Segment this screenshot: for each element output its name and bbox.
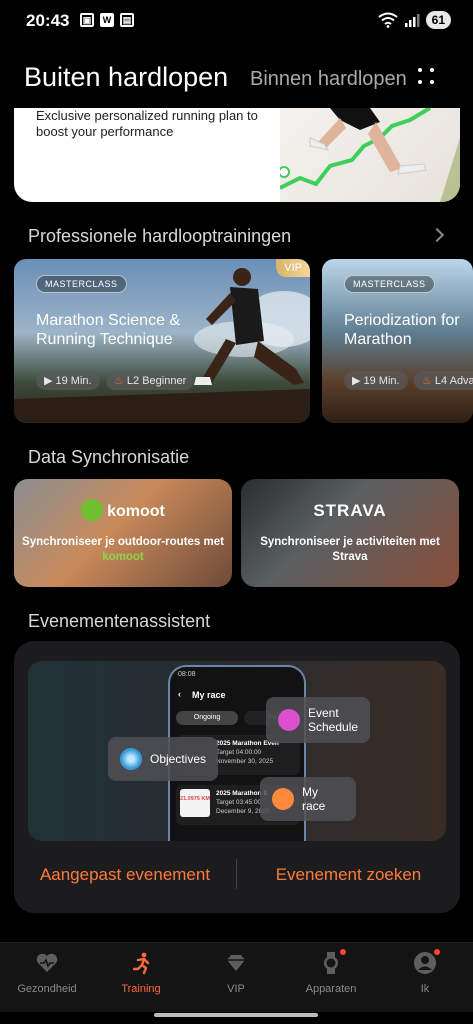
course-level: ♨ L4 Adva bbox=[414, 371, 473, 390]
chevron-right-icon[interactable] bbox=[429, 227, 445, 243]
target-icon bbox=[120, 748, 142, 770]
battery-indicator: 61 bbox=[425, 11, 451, 29]
wifi-icon bbox=[378, 12, 398, 28]
vip-tag: VIP bbox=[276, 259, 310, 277]
flame-icon: ♨ bbox=[114, 375, 127, 387]
course-level: ♨ L2 Beginner bbox=[106, 371, 195, 390]
app-icon: ▤ bbox=[120, 13, 134, 27]
course-card-periodization[interactable]: MASTERCLASS Periodization for Marathon ▶… bbox=[322, 259, 473, 423]
status-icons-left: ▣ W ▤ bbox=[80, 13, 134, 27]
nav-item-gezondheid[interactable]: Gezondheid bbox=[2, 951, 92, 995]
diamond-icon bbox=[224, 951, 248, 975]
flame-icon: ♨ bbox=[422, 375, 435, 387]
notification-dot bbox=[434, 949, 440, 955]
more-dots-icon[interactable] bbox=[414, 64, 444, 94]
banner-text: Exclusive personalized running plan to b… bbox=[36, 108, 258, 139]
status-bar: 20:43 ▣ W ▤ 61 bbox=[0, 0, 473, 44]
custom-event-button[interactable]: Aangepast evenement bbox=[14, 851, 236, 899]
tab-indoor-running[interactable]: Binnen hardlopen bbox=[250, 68, 407, 91]
home-indicator[interactable] bbox=[154, 1013, 318, 1017]
tab-outdoor-running[interactable]: Buiten hardlopen bbox=[24, 62, 228, 93]
strava-logo: STRAVA bbox=[313, 501, 387, 520]
profile-icon bbox=[413, 949, 440, 975]
nav-item-training[interactable]: Training bbox=[96, 951, 186, 995]
qr-icon: ▣ bbox=[80, 13, 94, 27]
header: Buiten hardlopen Binnen hardlopen bbox=[0, 60, 473, 100]
objectives-chip: Objectives bbox=[108, 737, 218, 781]
course-duration: ▶ 19 Min. bbox=[36, 371, 100, 390]
status-icons-right: 61 bbox=[378, 11, 451, 29]
medal-icon bbox=[272, 788, 294, 810]
bottom-nav: Gezondheid Training VIP Apparaten Ik bbox=[0, 942, 473, 1012]
masterclass-badge: MASTERCLASS bbox=[344, 275, 435, 293]
running-plan-banner[interactable]: Exclusive personalized running plan to b… bbox=[14, 108, 460, 202]
sync-desc-strava: Synchroniseer je activiteiten met Strava bbox=[260, 536, 440, 563]
notification-dot bbox=[340, 949, 346, 955]
w-icon: W bbox=[100, 13, 114, 27]
course-card-marathon-science[interactable]: VIP MASTERCLASS Marathon Science & Runni… bbox=[14, 259, 310, 423]
phone-back-icon: ‹ bbox=[178, 689, 181, 699]
section-title-events: Evenementenassistent bbox=[28, 611, 211, 631]
events-actions: Aangepast evenement Evenement zoeken bbox=[14, 851, 460, 899]
event-schedule-chip: Event Schedule bbox=[266, 697, 370, 743]
status-time: 20:43 bbox=[26, 11, 70, 30]
sync-card-komoot[interactable]: komoot Synchroniseer je outdoor-routes m… bbox=[14, 479, 232, 587]
course-title: Periodization for Marathon bbox=[344, 312, 460, 348]
banner-runner-image bbox=[278, 108, 460, 202]
sync-card-strava[interactable]: STRAVA Synchroniseer je activiteiten met… bbox=[241, 479, 459, 587]
search-event-button[interactable]: Evenement zoeken bbox=[237, 851, 460, 899]
course-title: Marathon Science & Running Technique bbox=[36, 312, 181, 348]
my-race-chip: My race bbox=[260, 777, 356, 821]
calendar-icon bbox=[278, 709, 300, 731]
komoot-logo: komoot bbox=[14, 499, 232, 523]
course-duration: ▶ 19 Min. bbox=[344, 371, 408, 390]
events-card: 08:08 ‹ My race Ongoing En 2025 Marathon… bbox=[14, 641, 460, 913]
section-title-trainings: Professionele hardlooptrainingen bbox=[28, 226, 292, 246]
runner-icon bbox=[129, 951, 153, 975]
play-icon: ▶ bbox=[352, 375, 364, 387]
watch-icon bbox=[319, 949, 346, 975]
section-title-sync: Data Synchronisatie bbox=[28, 447, 190, 467]
nav-item-ik[interactable]: Ik bbox=[380, 949, 470, 995]
signal-icon bbox=[404, 14, 420, 27]
heart-icon bbox=[35, 951, 59, 975]
play-icon: ▶ bbox=[44, 375, 56, 387]
nav-item-vip[interactable]: VIP bbox=[191, 951, 281, 995]
masterclass-badge: MASTERCLASS bbox=[36, 275, 127, 293]
sync-desc-komoot: Synchroniseer je outdoor-routes met komo… bbox=[22, 536, 224, 563]
nav-item-apparaten[interactable]: Apparaten bbox=[286, 949, 376, 995]
events-illustration: 08:08 ‹ My race Ongoing En 2025 Marathon… bbox=[28, 661, 446, 841]
